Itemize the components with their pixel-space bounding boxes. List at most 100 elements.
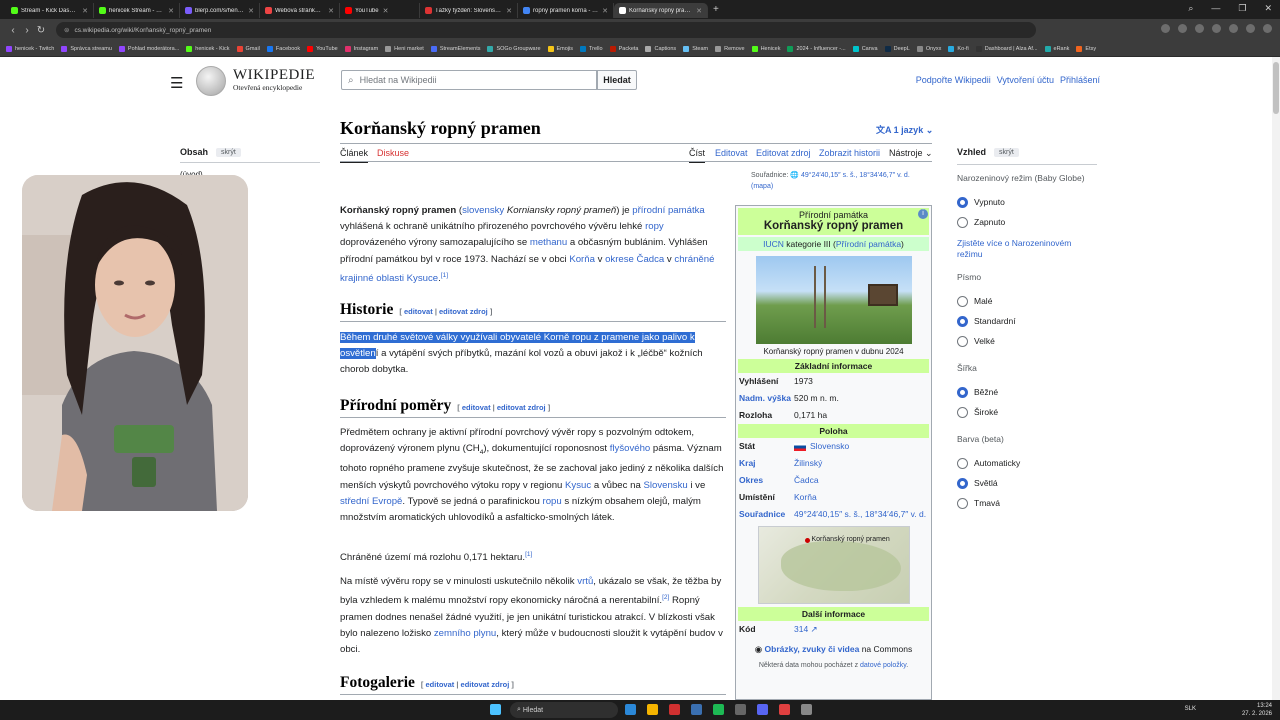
toc-hide-button[interactable]: skrýt [216, 147, 241, 157]
wikipedia-globe-logo[interactable] [196, 66, 226, 96]
reference-1[interactable]: [1] [441, 272, 448, 279]
birthday-mode-option[interactable]: Vypnuto [957, 192, 1097, 212]
wikidata-link[interactable]: datové položky [860, 662, 906, 669]
extension-icon[interactable] [1195, 24, 1204, 33]
bookmark-item[interactable]: Onyxx [916, 45, 941, 52]
tab-history[interactable]: Zobrazit historii [819, 148, 880, 158]
appearance-hide-button[interactable]: skrýt [994, 147, 1019, 157]
reload-icon[interactable]: ↻ [34, 25, 48, 36]
extension-icon[interactable] [1178, 24, 1187, 33]
bookmark-item[interactable]: Canva [852, 45, 878, 52]
radio-button[interactable] [957, 497, 968, 509]
extension-icon[interactable] [1212, 24, 1221, 33]
new-tab-button[interactable]: + [713, 4, 719, 15]
keyboard-language[interactable]: SLK [1185, 706, 1196, 712]
tab-close-icon[interactable]: ✕ [82, 7, 88, 15]
bookmark-item[interactable]: Správca streamu [61, 45, 112, 52]
bookmark-item[interactable]: Dashboard | Alza Af... [975, 45, 1038, 52]
font-size-option[interactable]: Standardní [957, 311, 1097, 331]
row-value[interactable]: 49°24′40,15″ s. š., 18°34′46,7″ v. d. [794, 508, 928, 521]
radio-button[interactable] [957, 386, 968, 398]
tab-edit[interactable]: Editovat [715, 148, 748, 158]
extension-icon[interactable] [1161, 24, 1170, 33]
bookmark-item[interactable]: henicek - Kick [186, 45, 230, 52]
link-flysoveho[interactable]: flyšového [610, 443, 651, 454]
back-icon[interactable]: ‹ [6, 25, 20, 36]
close-window-icon[interactable]: ✕ [1264, 3, 1272, 14]
link-zemniho-plynu[interactable]: zemního plynu [434, 628, 496, 639]
tab-close-icon[interactable]: ✕ [168, 7, 174, 15]
bookmark-item[interactable]: Etsy [1076, 45, 1096, 52]
commons-link[interactable]: Obrázky, zvuky či videa [765, 644, 860, 654]
browser-tab[interactable]: ropny pramen korna - HĽ ✕ [518, 3, 614, 18]
width-option[interactable]: Široké [957, 402, 1097, 422]
link-kysuc[interactable]: Kysuc [565, 480, 591, 491]
browser-tab[interactable]: Webová stránka historie✕ [260, 3, 340, 18]
birthday-more-link[interactable]: Zjistěte více o Narozeninovém režimu [957, 238, 1097, 260]
link-slovensky[interactable]: slovensky [462, 205, 504, 216]
edit-link[interactable]: editovat [425, 680, 454, 689]
row-key[interactable]: Souřadnice [739, 508, 794, 521]
taskbar-search[interactable]: ⌕ Hledat [510, 702, 618, 718]
edit-link[interactable]: editovat [404, 307, 433, 316]
birthday-mode-option[interactable]: Zapnuto [957, 212, 1097, 232]
bookmark-item[interactable]: Facebook [266, 45, 300, 52]
edit-source-link[interactable]: editovat zdroj [461, 680, 510, 689]
row-value[interactable]: Korňa [794, 491, 928, 504]
row-value[interactable]: Čadca [794, 474, 928, 487]
bookmark-item[interactable]: Pohlad moderátora... [118, 45, 179, 52]
browser-tab[interactable]: YouTube ✕ [340, 3, 420, 18]
taskbar-app-icon[interactable] [691, 704, 702, 715]
row-key[interactable]: Nadm. výška [739, 392, 794, 405]
url-field[interactable]: ⊜ cs.wikipedia.org/wiki/Korňanský_ropný_… [56, 22, 1036, 38]
bookmark-item[interactable]: Steam [683, 45, 708, 52]
create-account-link[interactable]: Vytvoření účtu [997, 75, 1054, 85]
wikipedia-wordmark[interactable]: WIKIPEDIE [233, 67, 315, 84]
row-value[interactable]: Žilinský [794, 457, 928, 470]
profile-avatar[interactable] [1246, 24, 1255, 33]
bookmark-item[interactable]: Emojis [547, 45, 573, 52]
forward-icon[interactable]: › [20, 25, 34, 36]
maximize-icon[interactable]: ❐ [1238, 3, 1246, 14]
bookmark-item[interactable]: StreamElements [430, 45, 480, 52]
link-methanu[interactable]: methanu [530, 237, 567, 248]
color-option[interactable]: Automaticky [957, 453, 1097, 473]
taskbar-app-icon[interactable] [757, 704, 768, 715]
tools-dropdown[interactable]: Nástroje ⌄ [889, 148, 933, 159]
radio-button[interactable] [957, 315, 968, 327]
tab-edit-source[interactable]: Editovat zdroj [756, 148, 811, 158]
donate-link[interactable]: Podpořte Wikipedii [916, 75, 991, 85]
search-button[interactable]: Hledat [597, 70, 637, 90]
radio-button[interactable] [957, 216, 968, 228]
infobox-photo[interactable] [755, 256, 912, 344]
link-okres-cadca[interactable]: okrese Čadca [605, 254, 664, 265]
link-slovensku[interactable]: Slovensku [643, 480, 687, 491]
taskbar-app-icon[interactable] [713, 704, 724, 715]
browser-tab[interactable]: blerp.com/s/henicek ✕ [180, 3, 260, 18]
taskbar-app-icon[interactable] [779, 704, 790, 715]
bookmark-item[interactable]: Captions [645, 45, 676, 52]
row-key[interactable]: Kraj [739, 457, 794, 470]
tab-close-icon[interactable]: ✕ [383, 7, 389, 15]
bookmark-item[interactable]: eRank [1044, 45, 1069, 52]
login-link[interactable]: Přihlášení [1060, 75, 1100, 85]
bookmark-item[interactable]: Heni market [385, 45, 424, 52]
tab-close-icon[interactable]: ✕ [248, 7, 254, 15]
bookmark-item[interactable]: 2024 - Influencer -... [787, 45, 846, 52]
link-vrtu[interactable]: vrtů [577, 576, 593, 587]
bookmark-item[interactable]: DeepL [884, 45, 910, 52]
taskbar-app-icon[interactable] [625, 704, 636, 715]
browser-tab[interactable]: Korňanský ropný pramen ✕ [614, 3, 708, 18]
main-menu-icon[interactable]: ☰ [170, 74, 183, 92]
scrollbar-thumb[interactable] [1273, 62, 1279, 114]
bookmark-item[interactable]: Trello [580, 45, 603, 52]
edit-source-link[interactable]: editovat zdroj [497, 403, 546, 412]
language-button[interactable]: 文A 1 jazyk ⌄ [876, 123, 933, 136]
iucn-category-link[interactable]: Přírodní památka [836, 239, 901, 249]
bookmark-item[interactable]: henicek - Twitch [6, 45, 54, 52]
radio-button[interactable] [957, 295, 968, 307]
tab-close-icon[interactable]: ✕ [506, 7, 512, 15]
font-size-option[interactable]: Velké [957, 331, 1097, 351]
browser-tab[interactable]: Ťažký týždeň: Slovensko b ✕ [420, 3, 518, 18]
color-option[interactable]: Světlá [957, 473, 1097, 493]
